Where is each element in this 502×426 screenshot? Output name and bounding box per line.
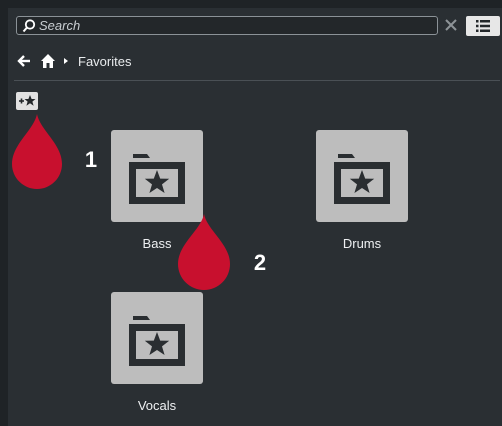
folder-label: Vocals	[137, 398, 177, 413]
callout-1: 1	[10, 112, 97, 192]
folder-thumbnail	[111, 130, 203, 222]
callout-number: 1	[84, 147, 98, 172]
search-placeholder: Search	[39, 18, 81, 33]
folder-star-icon	[129, 154, 185, 204]
add-favorite-button[interactable]	[16, 92, 38, 110]
breadcrumb-current[interactable]: Favorites	[78, 53, 131, 71]
callout-number: 2	[253, 250, 267, 275]
home-icon[interactable]	[40, 53, 56, 69]
chevron-right-icon	[64, 58, 68, 64]
folder-label: Drums	[342, 236, 382, 251]
callout-marker-icon	[12, 114, 62, 189]
folder-tile-drums[interactable]: Drums	[316, 130, 408, 252]
breadcrumb: Favorites	[16, 52, 496, 72]
search-input[interactable]: Search	[16, 16, 438, 35]
folder-star-icon	[334, 154, 390, 204]
list-view-icon	[476, 20, 490, 32]
folder-tile-vocals[interactable]: Vocals	[111, 292, 203, 414]
folder-thumbnail	[316, 130, 408, 222]
list-view-button[interactable]	[466, 16, 500, 36]
add-favorite-icon	[19, 95, 36, 106]
callout-2: 2	[176, 212, 266, 292]
folder-star-icon	[129, 316, 185, 366]
back-arrow-icon[interactable]	[16, 53, 32, 69]
search-icon	[22, 19, 36, 33]
divider	[14, 80, 500, 81]
folder-thumbnail	[111, 292, 203, 384]
callout-marker-icon	[178, 214, 230, 290]
clear-icon[interactable]	[444, 18, 458, 32]
